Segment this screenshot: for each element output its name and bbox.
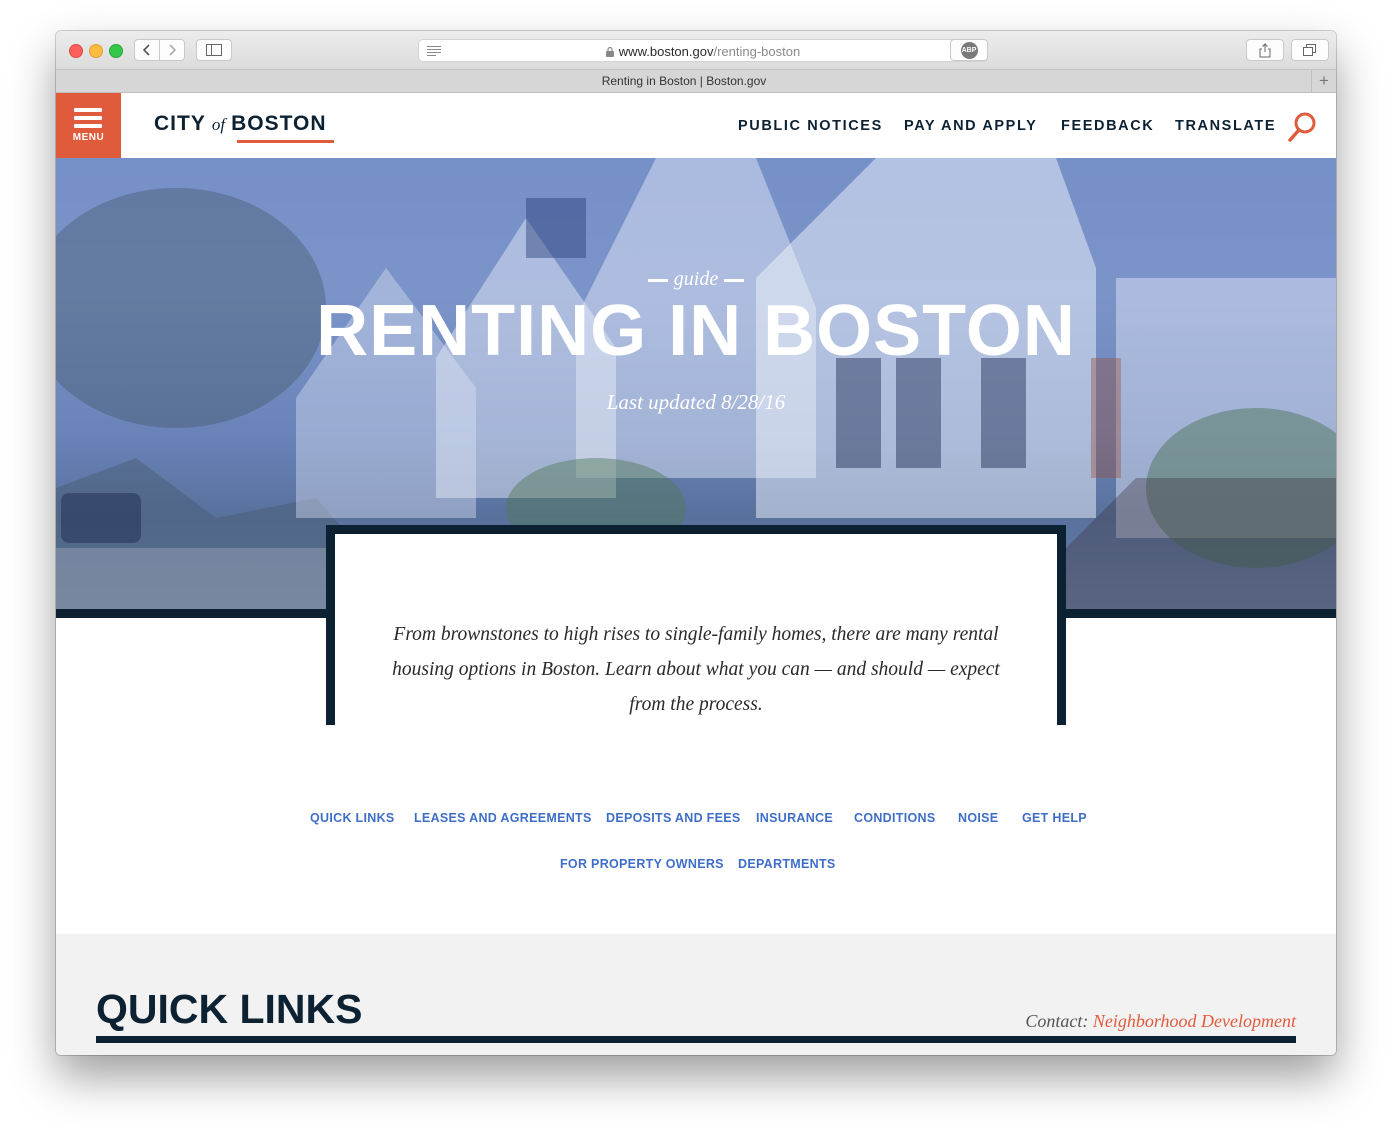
nav-pay-and-apply[interactable]: PAY AND APPLY bbox=[904, 118, 1037, 134]
adblock-button[interactable]: ABP bbox=[950, 39, 988, 61]
url-text: www.boston.gov/renting-boston bbox=[419, 44, 987, 59]
intro-text: From brownstones to high rises to single… bbox=[392, 624, 1000, 715]
site-header: MENU CITY of BOSTON PUBLIC NOTICES PAY AND… bbox=[56, 93, 1336, 158]
zoom-window-button[interactable] bbox=[109, 44, 123, 58]
section-link-departments[interactable]: DEPARTMENTS bbox=[738, 857, 836, 871]
hero-eyebrow: guide bbox=[56, 268, 1336, 291]
tabs-icon bbox=[1303, 43, 1316, 56]
nav-translate[interactable]: TRANSLATE bbox=[1175, 118, 1276, 134]
forward-button[interactable] bbox=[159, 39, 185, 61]
section-link-conditions[interactable]: CONDITIONS bbox=[854, 811, 935, 825]
section-link-get-help[interactable]: GET HELP bbox=[1022, 811, 1087, 825]
web-page: MENU CITY of BOSTON PUBLIC NOTICES PAY AND… bbox=[56, 93, 1336, 1055]
share-button[interactable] bbox=[1246, 39, 1284, 61]
back-button[interactable] bbox=[134, 39, 160, 61]
browser-toolbar: www.boston.gov/renting-boston ABP bbox=[56, 31, 1336, 69]
section-link-deposits[interactable]: DEPOSITS AND FEES bbox=[606, 811, 741, 825]
section-link-property-owners[interactable]: FOR PROPERTY OWNERS bbox=[560, 857, 724, 871]
close-window-button[interactable] bbox=[69, 44, 83, 58]
address-bar[interactable]: www.boston.gov/renting-boston bbox=[418, 39, 988, 62]
sidebar-toggle-button[interactable] bbox=[196, 39, 232, 61]
quick-links-section: QUICK LINKS Contact: Neighborhood Develo… bbox=[56, 934, 1336, 1055]
hamburger-icon bbox=[74, 116, 102, 120]
logo-boston: BOSTON bbox=[231, 112, 327, 135]
section-link-insurance[interactable]: INSURANCE bbox=[756, 811, 833, 825]
logo-city: CITY bbox=[154, 112, 206, 135]
eyebrow-dash bbox=[724, 278, 745, 282]
tabs-overview-button[interactable] bbox=[1291, 39, 1329, 61]
menu-button[interactable]: MENU bbox=[56, 93, 121, 158]
minimize-window-button[interactable] bbox=[89, 44, 103, 58]
eyebrow-dash bbox=[647, 278, 668, 282]
logo-of: of bbox=[211, 115, 226, 134]
hamburger-icon bbox=[74, 124, 102, 128]
url-path: /renting-boston bbox=[713, 44, 801, 59]
quick-links-title: QUICK LINKS bbox=[96, 986, 363, 1032]
chevron-left-icon bbox=[142, 44, 150, 56]
hero-eyebrow-text: guide bbox=[673, 268, 719, 290]
hamburger-icon bbox=[74, 108, 102, 112]
nav-public-notices[interactable]: PUBLIC NOTICES bbox=[738, 118, 883, 134]
sidebar-icon bbox=[206, 44, 222, 56]
quick-links-rule bbox=[96, 1036, 1296, 1043]
chevron-right-icon bbox=[169, 44, 177, 56]
adblock-icon: ABP bbox=[960, 41, 978, 59]
city-of-boston-logo[interactable]: CITY of BOSTON bbox=[154, 112, 334, 143]
tab-active[interactable]: Renting in Boston | Boston.gov bbox=[56, 74, 1312, 88]
section-link-quick-links[interactable]: QUICK LINKS bbox=[310, 811, 395, 825]
contact-link[interactable]: Neighborhood Development bbox=[1093, 1011, 1296, 1031]
section-link-noise[interactable]: NOISE bbox=[958, 811, 998, 825]
last-updated: Last updated 8/28/16 bbox=[606, 390, 786, 414]
page-title: RENTING IN BOSTON bbox=[316, 291, 1076, 371]
quick-links-contact: Contact: Neighborhood Development bbox=[1025, 1011, 1296, 1032]
lock-icon bbox=[605, 46, 614, 57]
logo-underline bbox=[237, 140, 334, 143]
tab-bar: Renting in Boston | Boston.gov + bbox=[56, 69, 1336, 93]
nav-feedback[interactable]: FEEDBACK bbox=[1061, 118, 1154, 134]
contact-label: Contact: bbox=[1025, 1011, 1089, 1031]
share-icon bbox=[1259, 42, 1271, 57]
url-domain: www.boston.gov bbox=[618, 44, 714, 59]
browser-window: www.boston.gov/renting-boston ABP Rentin… bbox=[56, 31, 1336, 1055]
new-tab-button[interactable]: + bbox=[1311, 70, 1336, 92]
section-link-leases[interactable]: LEASES AND AGREEMENTS bbox=[414, 811, 592, 825]
search-icon[interactable] bbox=[1286, 111, 1318, 143]
menu-label: MENU bbox=[72, 132, 105, 143]
